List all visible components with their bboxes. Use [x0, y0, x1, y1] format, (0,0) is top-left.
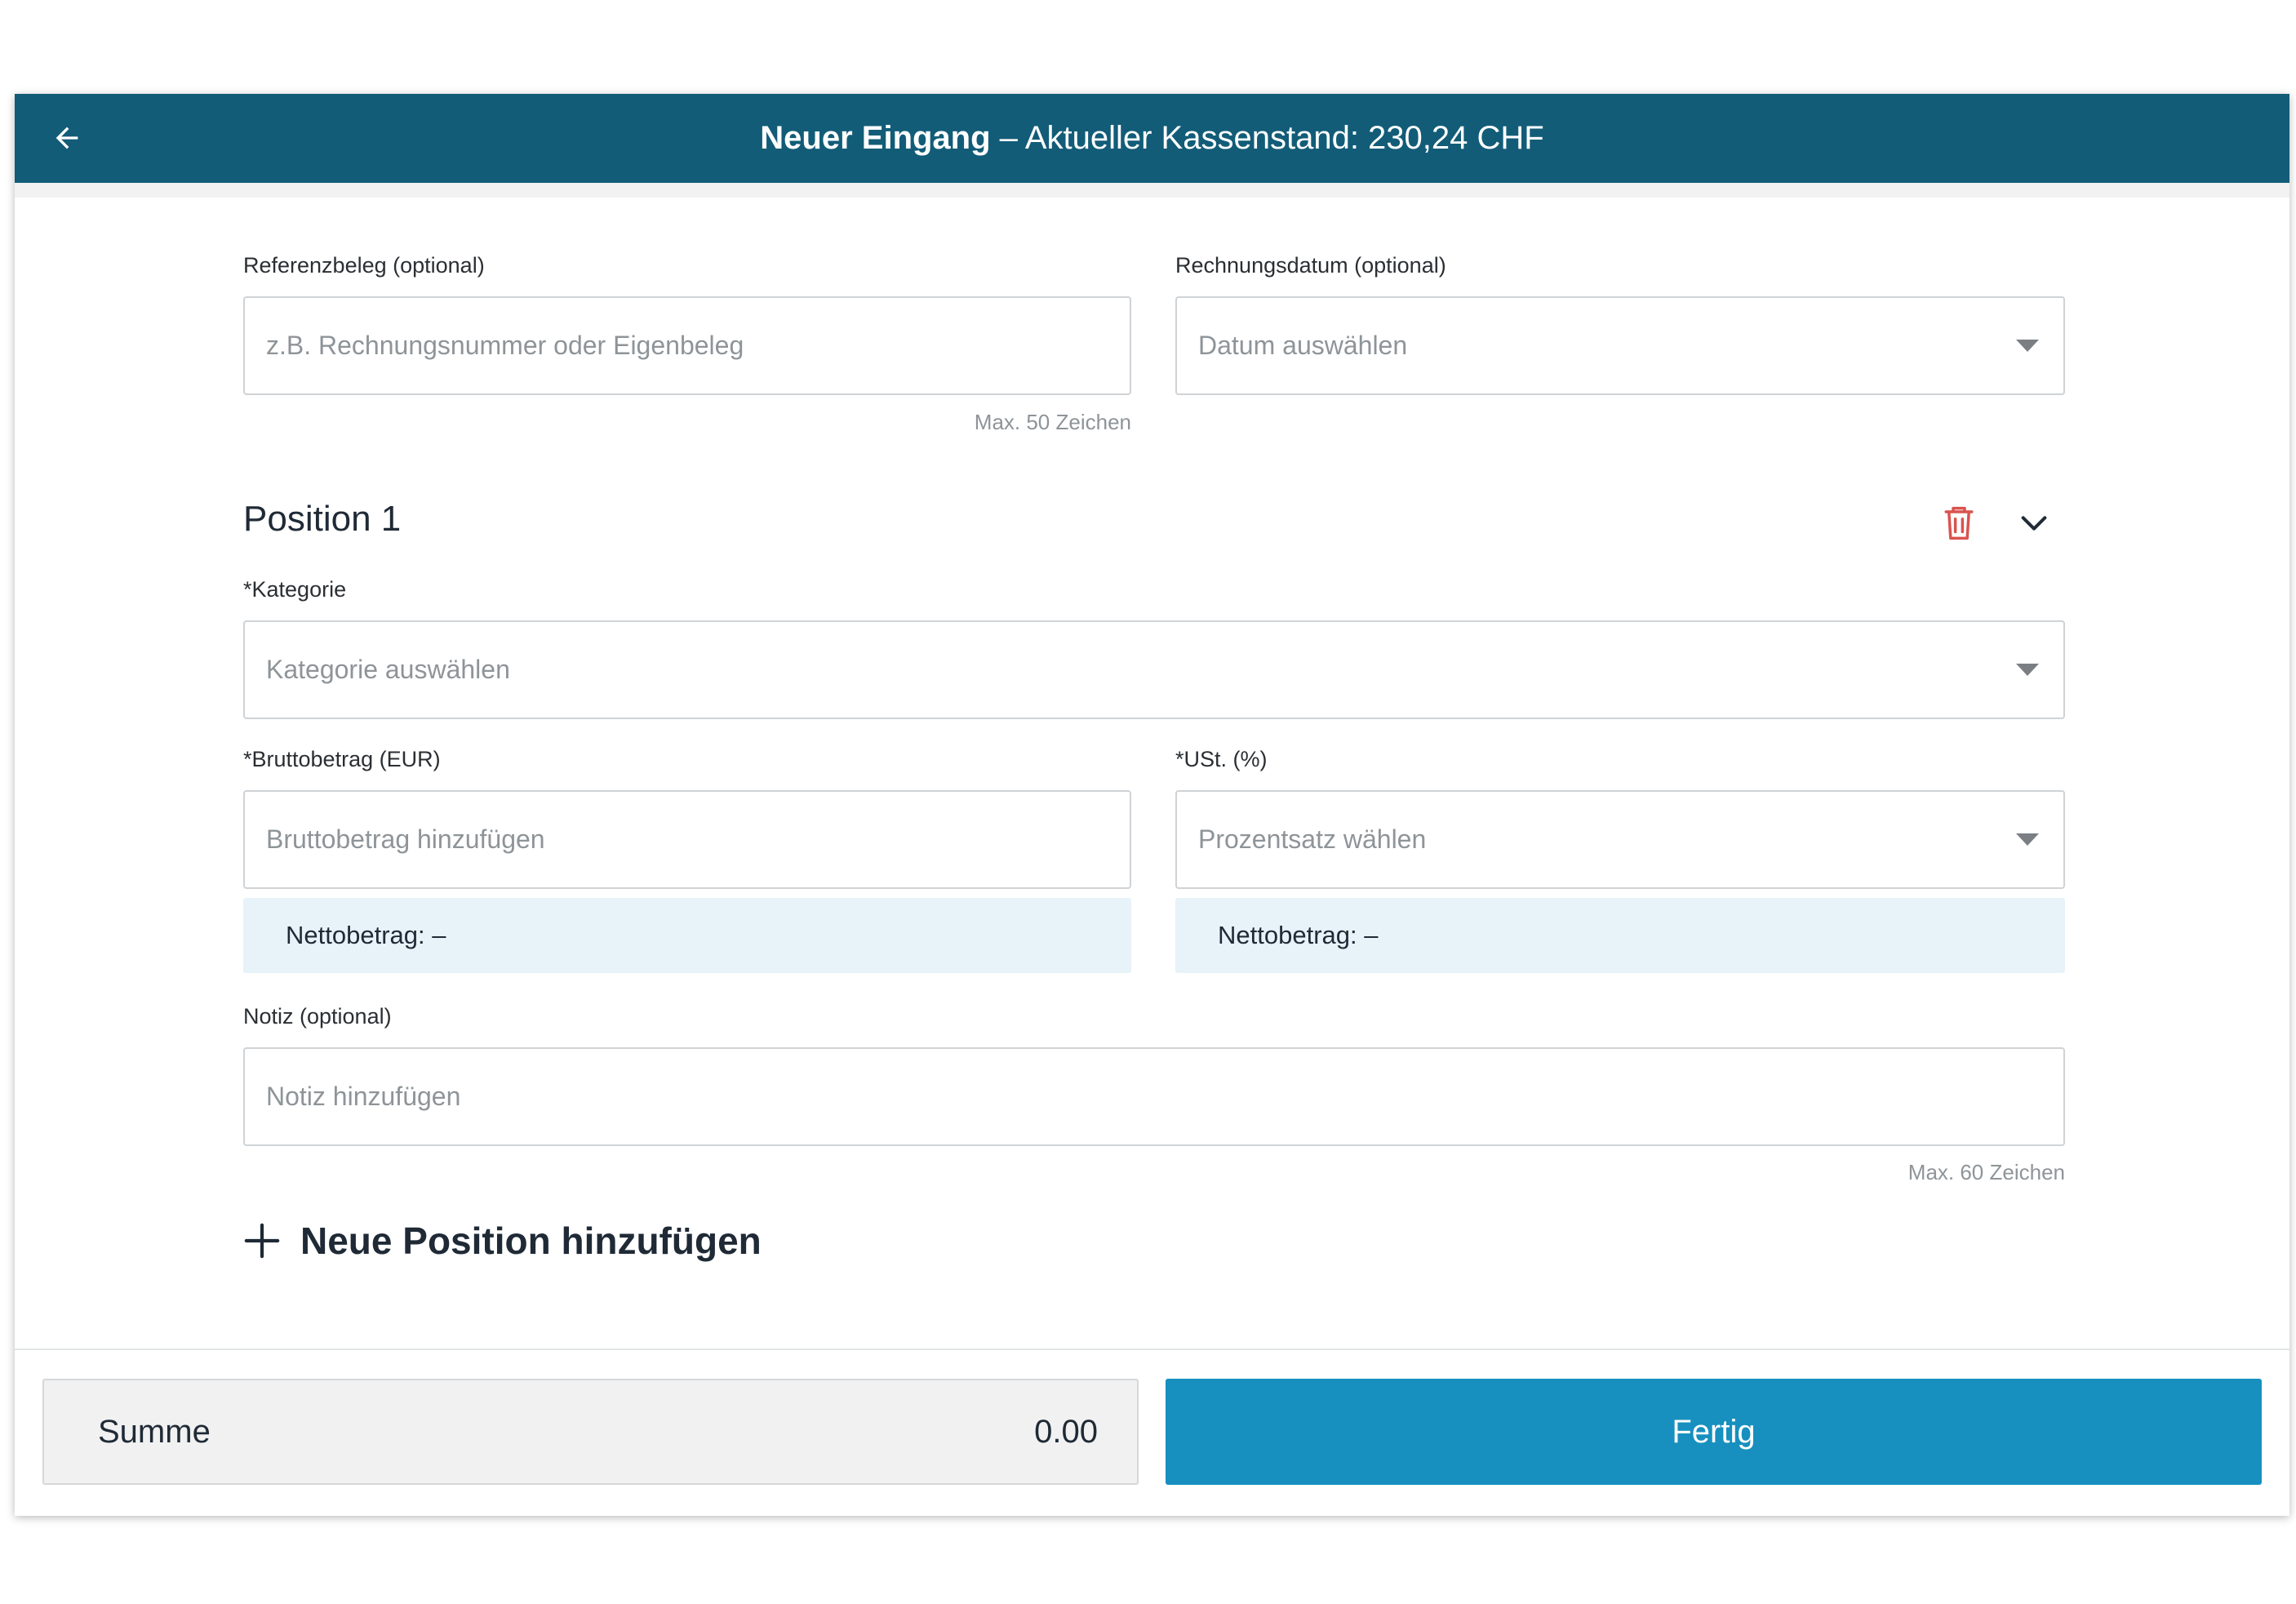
brutto-field[interactable] [243, 790, 1131, 889]
header-shadow [15, 183, 2289, 198]
referenz-label: Referenzbeleg (optional) [243, 253, 485, 278]
notiz-input[interactable] [245, 1049, 2063, 1144]
brutto-netto-info: Nettobetrag: – [243, 898, 1131, 973]
ust-select[interactable]: Prozentsatz wählen [1175, 790, 2065, 889]
notiz-hint: Max. 60 Zeichen [1907, 1160, 2065, 1184]
summe-label: Summe [98, 1413, 211, 1450]
header-bar: Neuer Eingang – Aktueller Kassenstand: 2… [15, 94, 2289, 183]
plus-icon [244, 1223, 280, 1259]
ust-netto-info: Nettobetrag: – [1175, 898, 2065, 973]
footer-divider [15, 1349, 2289, 1350]
notiz-label: Notiz (optional) [243, 1004, 392, 1029]
rechnungsdatum-placeholder: Datum auswählen [1198, 331, 1408, 360]
collapse-position-button[interactable] [2010, 499, 2058, 548]
chevron-down-icon [2021, 516, 2047, 531]
delete-position-button[interactable] [1934, 499, 1983, 548]
rechnungsdatum-label: Rechnungsdatum (optional) [1175, 253, 1446, 278]
referenz-field[interactable] [243, 296, 1131, 395]
notiz-field[interactable] [243, 1047, 2065, 1146]
summe-value: 0.00 [1034, 1413, 1098, 1450]
kategorie-placeholder: Kategorie auswählen [266, 655, 510, 684]
page-title-main: Neuer Eingang [760, 120, 991, 156]
caret-down-icon [2016, 663, 2039, 676]
brutto-input[interactable] [245, 792, 1130, 887]
page-title: Neuer Eingang – Aktueller Kassenstand: 2… [15, 94, 2289, 183]
done-button[interactable]: Fertig [1166, 1379, 2262, 1485]
page-title-balance: – Aktueller Kassenstand: 230,24 CHF [990, 120, 1544, 156]
caret-down-icon [2016, 833, 2039, 846]
referenz-input[interactable] [245, 298, 1130, 393]
summe-box: Summe 0.00 [42, 1379, 1139, 1485]
caret-down-icon [2016, 339, 2039, 352]
position-title: Position 1 [243, 499, 402, 539]
brutto-label: *Bruttobetrag (EUR) [243, 747, 441, 771]
kategorie-label: *Kategorie [243, 577, 347, 602]
app-window: Neuer Eingang – Aktueller Kassenstand: 2… [15, 94, 2289, 1516]
add-position-button[interactable]: Neue Position hinzufügen [243, 1208, 762, 1273]
kategorie-select[interactable]: Kategorie auswählen [243, 620, 2065, 719]
add-position-label: Neue Position hinzufügen [300, 1220, 762, 1262]
rechnungsdatum-select[interactable]: Datum auswählen [1175, 296, 2065, 395]
ust-label: *USt. (%) [1175, 747, 1268, 771]
ust-placeholder: Prozentsatz wählen [1198, 824, 1427, 854]
referenz-hint: Max. 50 Zeichen [974, 410, 1131, 434]
trash-icon [1944, 506, 1974, 540]
